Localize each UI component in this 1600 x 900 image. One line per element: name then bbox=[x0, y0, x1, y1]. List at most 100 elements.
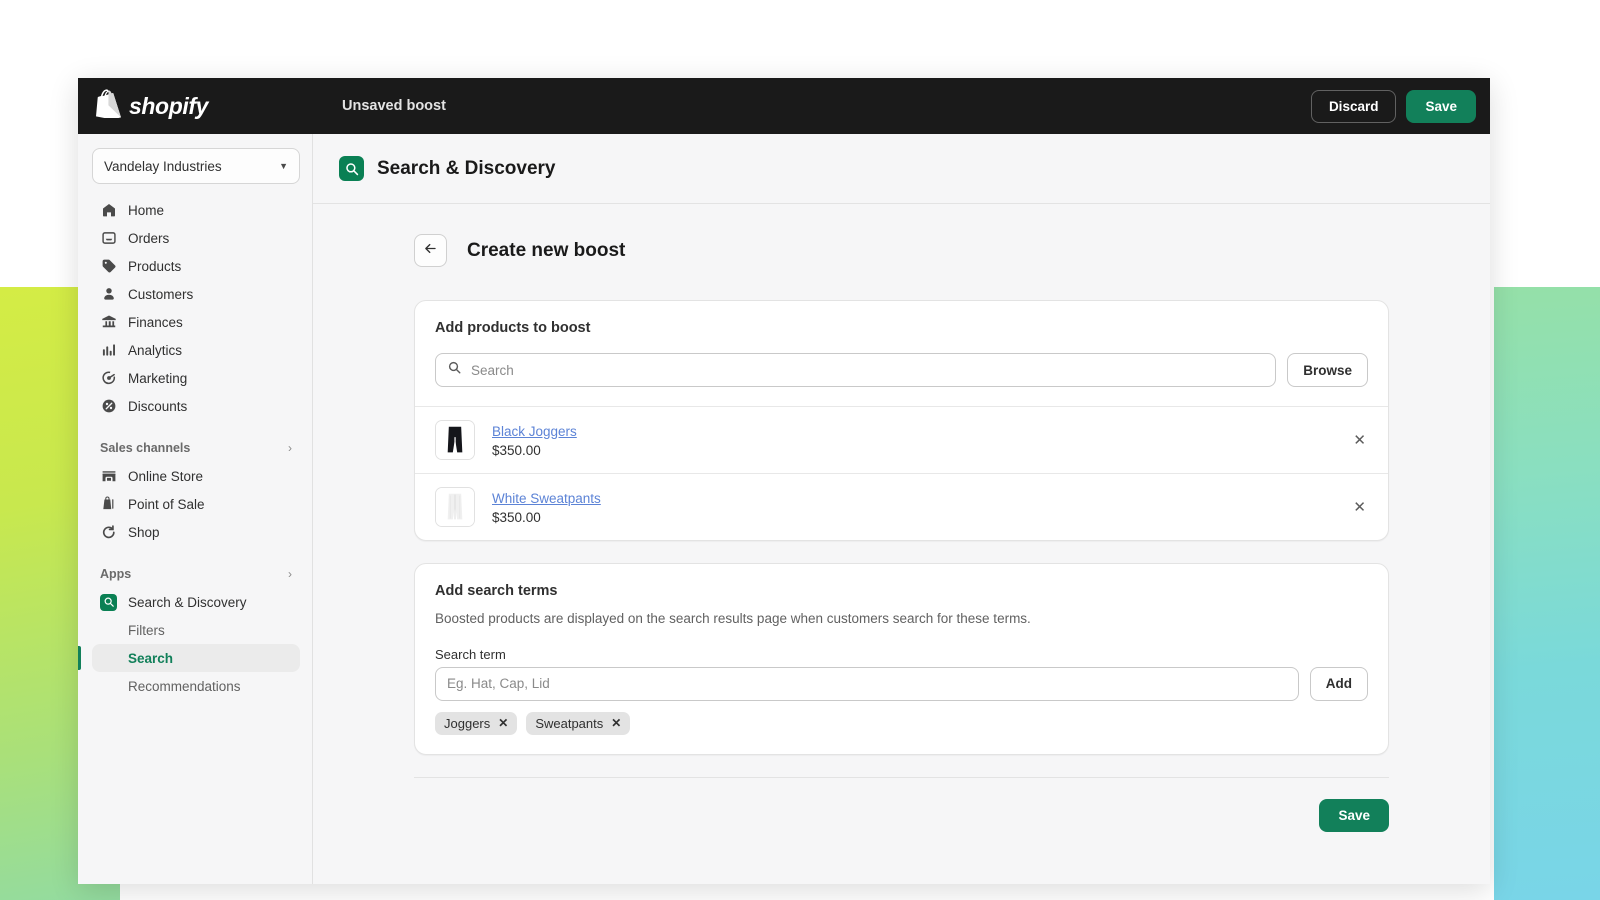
chevron-right-icon: › bbox=[288, 441, 292, 455]
content-inner: Create new boost Add products to boost S… bbox=[414, 204, 1389, 832]
sidebar-item-label: Online Store bbox=[128, 468, 204, 484]
search-discovery-app-icon bbox=[339, 156, 364, 181]
topbar-actions: Discard Save bbox=[1310, 89, 1476, 123]
online-store-icon bbox=[100, 468, 117, 485]
add-search-terms-card-body: Add search terms Boosted products are di… bbox=[415, 564, 1388, 754]
remove-product-icon[interactable]: ✕ bbox=[1351, 429, 1368, 452]
sidebar-item-discounts[interactable]: Discounts bbox=[92, 392, 300, 420]
browse-button[interactable]: Browse bbox=[1287, 353, 1368, 387]
sidebar-item-filters[interactable]: Filters bbox=[92, 616, 300, 644]
product-info: Black Joggers $350.00 bbox=[492, 423, 577, 458]
shopify-logo[interactable]: shopify bbox=[96, 89, 314, 123]
backdrop-gradient-right bbox=[1494, 287, 1600, 900]
sidebar-item-products[interactable]: Products bbox=[92, 252, 300, 280]
remove-tag-icon[interactable]: ✕ bbox=[611, 716, 621, 730]
content-scroll-area[interactable]: Create new boost Add products to boost S… bbox=[313, 204, 1490, 884]
store-switcher[interactable]: Vandelay Industries ▼ bbox=[92, 148, 300, 184]
section-label: Apps bbox=[100, 567, 132, 581]
product-search-field[interactable] bbox=[435, 353, 1277, 387]
selected-indicator-bar bbox=[78, 646, 81, 670]
discounts-icon bbox=[100, 398, 117, 415]
add-products-card-body: Add products to boost Browse bbox=[415, 301, 1388, 406]
sidebar-section-apps[interactable]: Apps › bbox=[92, 560, 300, 588]
sidebar-item-online-store[interactable]: Online Store bbox=[92, 462, 300, 490]
shopify-admin-window: shopify Unsaved boost Discard Save Vande… bbox=[78, 78, 1490, 884]
product-info: White Sweatpants $350.00 bbox=[492, 490, 601, 525]
store-name: Vandelay Industries bbox=[104, 158, 222, 174]
product-search-row: Browse bbox=[435, 353, 1368, 387]
save-button-bottom[interactable]: Save bbox=[1319, 798, 1389, 832]
search-discovery-app-icon bbox=[100, 593, 117, 611]
sidebar-item-shop[interactable]: Shop bbox=[92, 518, 300, 546]
sidebar-section-sales-channels[interactable]: Sales channels › bbox=[92, 434, 300, 462]
app-header: Search & Discovery bbox=[313, 134, 1490, 204]
sidebar-item-label: Analytics bbox=[128, 342, 183, 358]
sidebar: Vandelay Industries ▼ Home Orders Produc… bbox=[78, 134, 313, 884]
arrow-left-icon bbox=[423, 241, 438, 261]
search-icon bbox=[447, 360, 462, 380]
search-term-row: Add bbox=[435, 666, 1368, 701]
sidebar-item-label: Orders bbox=[128, 230, 170, 246]
sidebar-item-point-of-sale[interactable]: Point of Sale bbox=[92, 490, 300, 518]
sidebar-item-home[interactable]: Home bbox=[92, 196, 300, 224]
product-link[interactable]: Black Joggers bbox=[492, 424, 577, 439]
discard-button[interactable]: Discard bbox=[1310, 89, 1397, 123]
main-content: Search & Discovery Create new boost Add … bbox=[313, 134, 1490, 884]
add-products-title: Add products to boost bbox=[435, 320, 591, 336]
tag-label: Sweatpants bbox=[535, 715, 604, 731]
sidebar-item-customers[interactable]: Customers bbox=[92, 280, 300, 308]
product-price: $350.00 bbox=[492, 442, 541, 458]
sidebar-item-label: Finances bbox=[128, 314, 183, 330]
add-search-terms-title: Add search terms bbox=[435, 583, 558, 599]
shopify-bag-icon bbox=[96, 89, 122, 123]
window-body: Vandelay Industries ▼ Home Orders Produc… bbox=[78, 134, 1490, 884]
sidebar-item-orders[interactable]: Orders bbox=[92, 224, 300, 252]
product-thumbnail-white-sweatpants bbox=[435, 487, 475, 527]
sidebar-item-label: Home bbox=[128, 202, 165, 218]
search-term-label: Search term bbox=[435, 646, 506, 662]
sidebar-item-search-and-discovery[interactable]: Search & Discovery bbox=[92, 588, 300, 616]
sidebar-item-label: Shop bbox=[128, 524, 160, 540]
product-search-input[interactable] bbox=[471, 362, 1265, 378]
add-products-card: Add products to boost Browse bbox=[414, 300, 1389, 541]
page-header: Create new boost bbox=[414, 234, 1389, 267]
product-thumbnail-black-joggers bbox=[435, 420, 475, 460]
point-of-sale-icon bbox=[100, 496, 117, 513]
home-icon bbox=[100, 202, 117, 219]
back-button[interactable] bbox=[414, 234, 447, 267]
page-title: Create new boost bbox=[467, 239, 626, 261]
sidebar-item-label: Products bbox=[128, 258, 182, 274]
sidebar-item-recommendations[interactable]: Recommendations bbox=[92, 672, 300, 700]
analytics-bars-icon bbox=[100, 342, 117, 359]
sidebar-item-label: Search & Discovery bbox=[128, 594, 247, 610]
product-link[interactable]: White Sweatpants bbox=[492, 491, 601, 506]
orders-icon bbox=[100, 230, 117, 247]
add-search-terms-card: Add search terms Boosted products are di… bbox=[414, 563, 1389, 755]
marketing-target-icon bbox=[100, 370, 117, 387]
add-term-button[interactable]: Add bbox=[1309, 666, 1368, 701]
sidebar-item-label: Recommendations bbox=[128, 678, 241, 694]
table-row: White Sweatpants $350.00 ✕ bbox=[415, 473, 1388, 540]
shop-icon bbox=[100, 524, 117, 541]
sidebar-item-label: Filters bbox=[128, 622, 165, 638]
sidebar-item-label: Marketing bbox=[128, 370, 188, 386]
search-term-field[interactable] bbox=[435, 666, 1299, 701]
footer-actions: Save bbox=[414, 778, 1389, 832]
add-search-terms-description: Boosted products are displayed on the se… bbox=[435, 611, 1031, 626]
sidebar-item-marketing[interactable]: Marketing bbox=[92, 364, 300, 392]
remove-tag-icon[interactable]: ✕ bbox=[498, 716, 508, 730]
remove-product-icon[interactable]: ✕ bbox=[1351, 496, 1368, 519]
finances-bank-icon bbox=[100, 314, 117, 331]
chevron-down-icon: ▼ bbox=[279, 161, 288, 171]
tag-sweatpants[interactable]: Sweatpants ✕ bbox=[526, 711, 631, 735]
shopify-wordmark: shopify bbox=[129, 92, 208, 119]
chevron-right-icon: › bbox=[288, 567, 292, 581]
save-button-top[interactable]: Save bbox=[1406, 89, 1476, 123]
tag-joggers[interactable]: Joggers ✕ bbox=[435, 711, 518, 735]
search-term-input[interactable] bbox=[447, 676, 1287, 692]
sidebar-item-finances[interactable]: Finances bbox=[92, 308, 300, 336]
tag-label: Joggers bbox=[444, 715, 491, 731]
customers-person-icon bbox=[100, 286, 117, 303]
sidebar-item-search[interactable]: Search bbox=[78, 644, 300, 672]
sidebar-item-analytics[interactable]: Analytics bbox=[92, 336, 300, 364]
